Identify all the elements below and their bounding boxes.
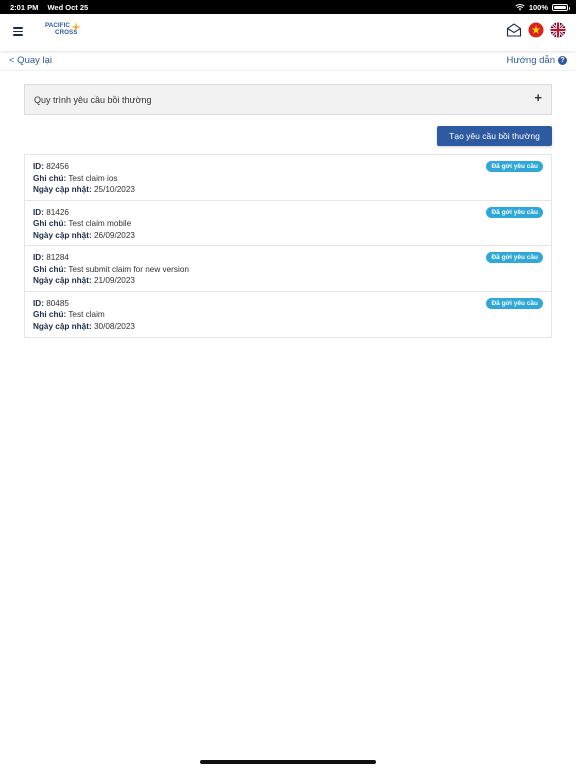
claim-id-row: ID: 81284 — [33, 252, 543, 264]
header-icons — [506, 22, 566, 38]
app-header: PACIFIC CROSS — [0, 14, 576, 51]
claim-updated-date: 21/09/2023 — [93, 276, 135, 285]
claim-id-row: ID: 82456 — [33, 161, 543, 173]
claim-updated-date: 26/09/2023 — [93, 230, 135, 240]
claim-id: 80485 — [46, 298, 69, 308]
updated-label: Ngày cập nhật: — [33, 230, 92, 240]
claim-id: 81284 — [46, 253, 69, 262]
status-badge: Đã gởi yêu cầu — [486, 161, 543, 172]
claim-updated-date: 30/08/2023 — [93, 321, 135, 331]
back-link[interactable]: < Quay lại — [9, 55, 52, 66]
mail-icon[interactable] — [506, 22, 522, 38]
claim-updated-row: Ngày cập nhật: 26/09/2023 — [33, 230, 543, 242]
id-label: ID: — [33, 298, 44, 308]
claim-id: 82456 — [46, 162, 69, 171]
claim-updated-date: 25/10/2023 — [93, 185, 135, 194]
status-badge: Đã gởi yêu cầu — [486, 297, 543, 309]
claim-list-item[interactable]: ID: 82456 Ghi chú: Test claim ios Ngày c… — [25, 155, 551, 201]
updated-label: Ngày cập nhật: — [33, 321, 92, 331]
claim-updated-row: Ngày cập nhật: 25/10/2023 — [33, 184, 543, 196]
battery-percent: 100% — [528, 3, 548, 12]
logo-star-icon — [71, 22, 81, 32]
battery-icon — [552, 4, 570, 11]
id-label: ID: — [33, 207, 44, 217]
claim-list-item[interactable]: ID: 81284 Ghi chú: Test submit claim for… — [25, 246, 551, 292]
updated-label: Ngày cập nhật: — [33, 185, 92, 194]
claim-note-row: Ghi chú: Test claim mobile — [33, 218, 543, 230]
help-link[interactable]: Hướng dẫn ? — [506, 55, 567, 66]
help-icon: ? — [558, 56, 567, 65]
claim-note-row: Ghi chú: Test submit claim for new versi… — [33, 264, 543, 276]
expand-plus-icon[interactable]: + — [534, 90, 542, 105]
claim-note: Test submit claim for new version — [68, 264, 189, 274]
note-label: Ghi chú: — [33, 219, 67, 228]
status-right: 100% — [515, 3, 570, 12]
claim-list: ID: 82456 Ghi chú: Test claim ios Ngày c… — [24, 154, 552, 338]
pacific-cross-logo: PACIFIC CROSS — [45, 22, 85, 46]
uk-flag-icon[interactable] — [550, 22, 566, 38]
menu-icon[interactable] — [13, 27, 23, 36]
claim-id-row: ID: 81426 — [33, 207, 543, 219]
id-label: ID: — [33, 253, 44, 262]
status-badge: Đã gởi yêu cầu — [486, 206, 543, 218]
status-left: 2:01 PM Wed Oct 25 — [10, 3, 95, 12]
claim-id: 81426 — [46, 207, 69, 217]
status-date: Wed Oct 25 — [47, 3, 89, 12]
claim-note: Test claim mobile — [68, 219, 132, 228]
create-claim-button[interactable]: Tạo yêu cầu bồi thường — [437, 126, 552, 146]
claim-note: Test claim ios — [68, 173, 118, 183]
claim-list-item[interactable]: ID: 80485 Ghi chú: Test claim Ngày cập n… — [25, 292, 551, 338]
updated-label: Ngày cập nhật: — [33, 276, 92, 285]
claim-list-item[interactable]: ID: 81426 Ghi chú: Test claim mobile Ngà… — [25, 201, 551, 246]
claim-process-accordion[interactable]: Quy trình yêu cầu bồi thường + — [24, 84, 552, 115]
id-label: ID: — [33, 162, 44, 171]
claim-process-title: Quy trình yêu cầu bồi thường — [34, 95, 152, 105]
claim-note-row: Ghi chú: Test claim — [33, 309, 543, 321]
claim-updated-row: Ngày cập nhật: 30/08/2023 — [33, 321, 543, 333]
status-time: 2:01 PM — [10, 3, 39, 12]
home-indicator[interactable] — [200, 760, 376, 764]
sub-navigation: < Quay lại Hướng dẫn ? — [0, 51, 576, 71]
claim-note: Test claim — [68, 310, 105, 319]
help-label: Hướng dẫn — [506, 55, 555, 66]
wifi-icon — [515, 4, 525, 11]
note-label: Ghi chú: — [33, 264, 67, 274]
note-label: Ghi chú: — [33, 173, 67, 183]
status-badge: Đã gởi yêu cầu — [486, 252, 543, 263]
claim-note-row: Ghi chú: Test claim ios — [33, 173, 543, 185]
claim-id-row: ID: 80485 — [33, 298, 543, 310]
claim-updated-row: Ngày cập nhật: 21/09/2023 — [33, 275, 543, 287]
status-bar: 2:01 PM Wed Oct 25 100% — [0, 0, 576, 14]
vietnam-flag-icon[interactable] — [528, 22, 544, 38]
note-label: Ghi chú: — [33, 310, 67, 319]
